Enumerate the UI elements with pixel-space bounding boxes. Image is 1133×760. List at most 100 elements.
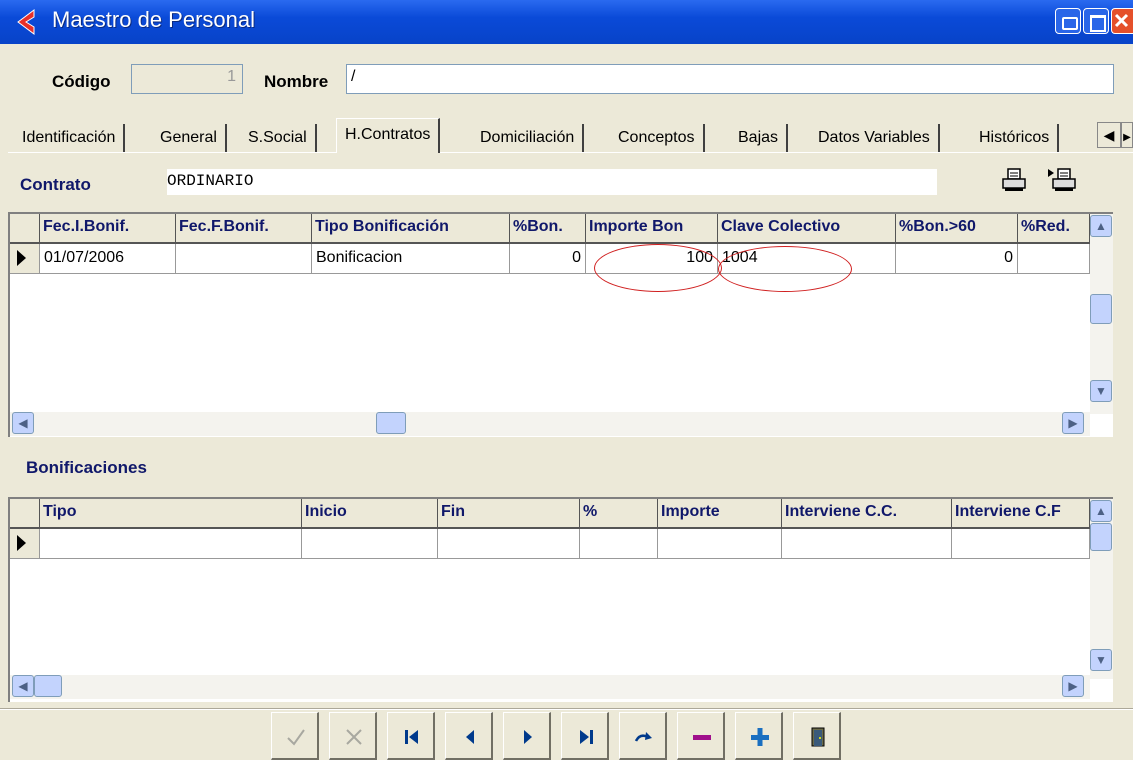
delete-button[interactable] xyxy=(677,712,725,760)
exit-button[interactable] xyxy=(793,712,841,760)
next-record-icon xyxy=(524,730,532,744)
table-cell[interactable] xyxy=(176,244,312,274)
scroll-down-icon[interactable]: ▼ xyxy=(1090,380,1112,402)
table-cell[interactable] xyxy=(1018,244,1090,274)
horizontal-scrollbar[interactable]: ◀ ▶ xyxy=(10,675,1090,699)
annotation-ellipse xyxy=(594,244,722,292)
bonificaciones-grid[interactable]: Tipo Inicio Fin % Importe Interviene C.C… xyxy=(8,497,1113,702)
contrato-field[interactable]: ORDINARIO xyxy=(167,169,937,195)
refresh-button[interactable] xyxy=(619,712,667,760)
row-indicator[interactable] xyxy=(10,529,40,559)
tab-scroll-left-button[interactable]: ◀ xyxy=(1097,122,1121,148)
arrow-right-icon: ▶ xyxy=(1123,132,1131,143)
col-header[interactable]: Importe Bon xyxy=(586,214,718,244)
minimize-button[interactable] xyxy=(1055,8,1081,34)
exit-door-icon xyxy=(811,727,825,747)
delete-icon xyxy=(693,735,711,740)
tab-datos-variables[interactable]: Datos Variables xyxy=(810,124,940,152)
record-navigator xyxy=(271,712,855,760)
app-arrow-icon xyxy=(17,9,35,35)
scroll-right-icon[interactable]: ▶ xyxy=(1062,675,1084,697)
codigo-label: Código xyxy=(52,72,111,91)
tab-s-social[interactable]: S.Social xyxy=(240,124,317,152)
last-record-button[interactable] xyxy=(561,712,609,760)
tab-general[interactable]: General xyxy=(152,124,227,152)
col-header[interactable]: Fec.I.Bonif. xyxy=(40,214,176,244)
col-header[interactable]: %Bon. xyxy=(510,214,586,244)
horizontal-scrollbar[interactable]: ◀ ▶ xyxy=(10,412,1090,436)
tab-domiciliacion[interactable]: Domiciliación xyxy=(472,124,585,152)
table-cell[interactable]: 0 xyxy=(896,244,1018,274)
close-icon xyxy=(1114,13,1129,28)
tab-identificacion[interactable]: Identificación xyxy=(14,124,126,152)
scroll-thumb[interactable] xyxy=(376,412,406,434)
contrato-label: Contrato xyxy=(20,175,91,194)
tab-bajas[interactable]: Bajas xyxy=(730,124,789,152)
nombre-field[interactable]: / xyxy=(346,64,1114,94)
navigator-separator xyxy=(0,708,1133,710)
prior-record-button[interactable] xyxy=(445,712,493,760)
col-header[interactable]: Fin xyxy=(438,499,580,529)
tab-scroll-right-button[interactable]: ▶ xyxy=(1121,122,1133,148)
insert-button[interactable] xyxy=(735,712,783,760)
table-cell[interactable] xyxy=(782,529,952,559)
col-header[interactable]: Inicio xyxy=(302,499,438,529)
row-indicator[interactable] xyxy=(10,244,40,274)
col-header[interactable]: Interviene C.C. xyxy=(782,499,952,529)
col-header[interactable]: Clave Colectivo xyxy=(718,214,896,244)
maximize-button[interactable] xyxy=(1083,8,1109,34)
print-setup-icon[interactable] xyxy=(1046,166,1080,194)
next-record-button[interactable] xyxy=(503,712,551,760)
bonificaciones-label: Bonificaciones xyxy=(26,458,147,477)
table-cell[interactable]: Bonificacion xyxy=(312,244,510,274)
last-record-icon xyxy=(580,730,593,744)
cancel-button[interactable] xyxy=(329,712,377,760)
first-record-button[interactable] xyxy=(387,712,435,760)
table-cell[interactable] xyxy=(580,529,658,559)
insert-icon xyxy=(751,728,769,746)
cancel-x-icon xyxy=(346,729,362,745)
col-header[interactable]: Fec.F.Bonif. xyxy=(176,214,312,244)
grid-indicator-header xyxy=(10,214,40,244)
col-header[interactable]: %Bon.>60 xyxy=(896,214,1018,244)
col-header[interactable]: Importe xyxy=(658,499,782,529)
codigo-field[interactable]: 1 xyxy=(131,64,243,94)
tab-conceptos[interactable]: Conceptos xyxy=(610,124,705,152)
vertical-scrollbar[interactable]: ▲ ▼ xyxy=(1090,214,1113,414)
table-cell[interactable] xyxy=(438,529,580,559)
scroll-down-icon[interactable]: ▼ xyxy=(1090,649,1112,671)
scroll-thumb[interactable] xyxy=(1090,523,1112,551)
col-header[interactable]: Interviene C.F xyxy=(952,499,1090,529)
post-button[interactable] xyxy=(271,712,319,760)
post-check-icon xyxy=(287,729,305,746)
scroll-left-icon[interactable]: ◀ xyxy=(12,675,34,697)
scroll-up-icon[interactable]: ▲ xyxy=(1090,215,1112,237)
table-cell[interactable] xyxy=(302,529,438,559)
close-button[interactable] xyxy=(1111,8,1133,34)
arrow-left-icon: ◀ xyxy=(1103,127,1115,143)
tab-historicos[interactable]: Históricos xyxy=(971,124,1060,152)
col-header[interactable]: % xyxy=(580,499,658,529)
grid-indicator-header xyxy=(10,499,40,529)
scroll-right-icon[interactable]: ▶ xyxy=(1062,412,1084,434)
scroll-thumb[interactable] xyxy=(1090,294,1112,324)
table-cell[interactable] xyxy=(952,529,1090,559)
row-pointer-icon xyxy=(17,535,26,551)
annotation-ellipse xyxy=(718,246,852,292)
table-cell[interactable] xyxy=(40,529,302,559)
scroll-up-icon[interactable]: ▲ xyxy=(1090,500,1112,522)
table-cell[interactable] xyxy=(658,529,782,559)
col-header[interactable]: Tipo xyxy=(40,499,302,529)
refresh-icon xyxy=(634,732,652,742)
col-header[interactable]: %Red. xyxy=(1018,214,1090,244)
table-cell[interactable]: 0 xyxy=(510,244,586,274)
table-cell[interactable]: 01/07/2006 xyxy=(40,244,176,274)
tab-h-contratos[interactable]: H.Contratos xyxy=(336,118,441,153)
printer-icon[interactable] xyxy=(1000,166,1030,194)
scroll-left-icon[interactable]: ◀ xyxy=(12,412,34,434)
tab-baseline xyxy=(8,152,1133,153)
scroll-thumb[interactable] xyxy=(34,675,62,697)
col-header[interactable]: Tipo Bonificación xyxy=(312,214,510,244)
vertical-scrollbar[interactable]: ▲ ▼ xyxy=(1090,499,1113,679)
contract-bonus-grid[interactable]: Fec.I.Bonif. Fec.F.Bonif. Tipo Bonificac… xyxy=(8,212,1113,437)
